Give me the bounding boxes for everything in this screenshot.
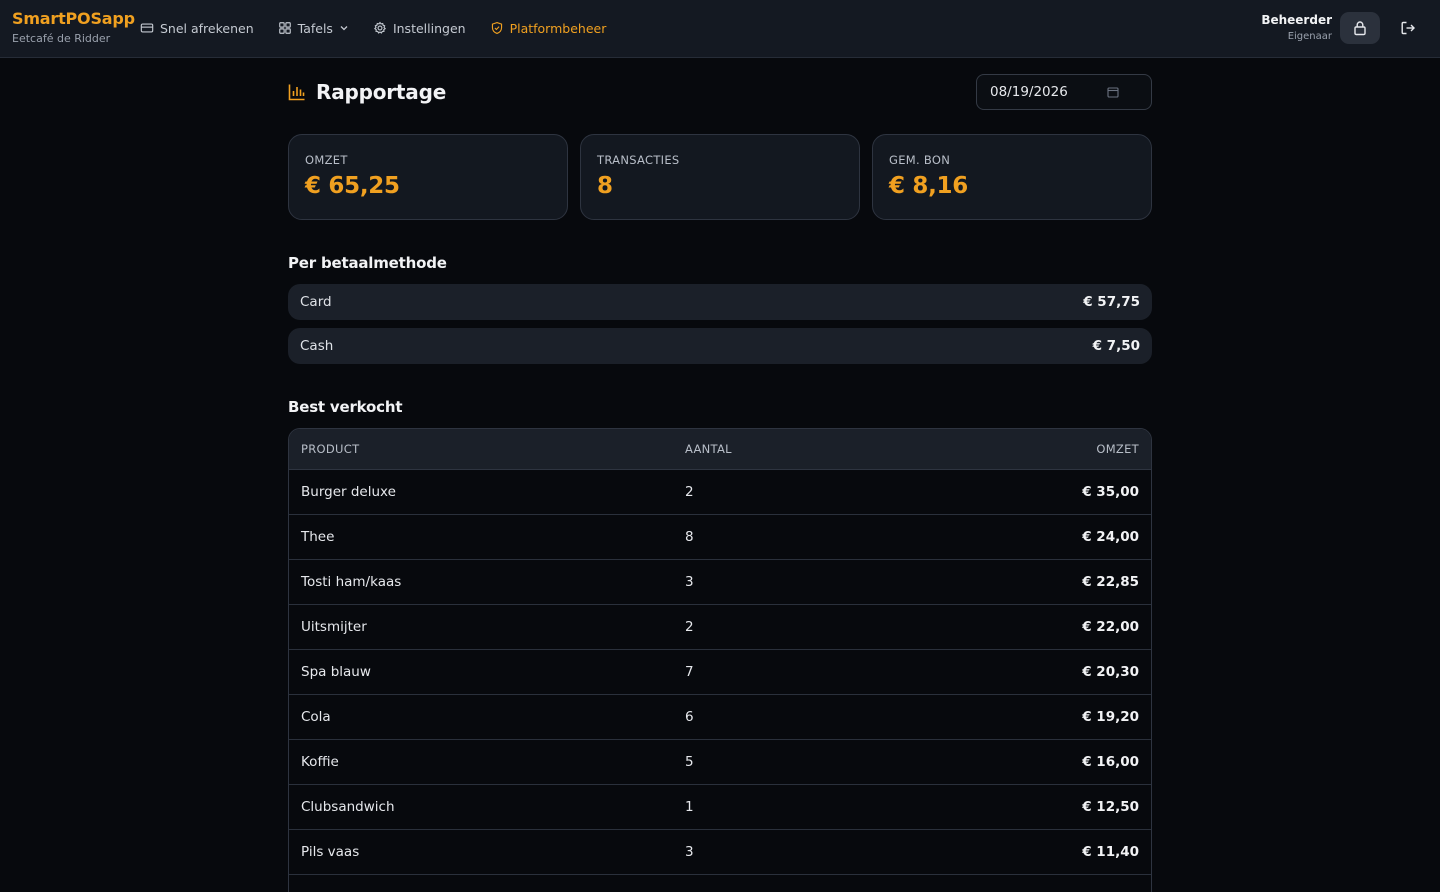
nav-settings[interactable]: Instellingen <box>373 21 466 36</box>
nav-tables-label: Tafels <box>297 20 333 36</box>
cell-revenue: € 24,00 <box>1082 529 1139 545</box>
stat-label: GEM. BON <box>889 153 951 167</box>
cell-quantity: 6 <box>685 709 694 725</box>
cell-revenue: € 35,00 <box>1082 484 1139 500</box>
stat-card-transactions: TRANSACTIES 8 <box>580 134 860 220</box>
cell-product: Burger deluxe <box>301 484 396 500</box>
cell-quantity: 2 <box>685 484 694 500</box>
user-name: Beheerder <box>1261 13 1332 27</box>
nav-tables[interactable]: Tafels <box>278 21 349 36</box>
stat-value: 8 <box>597 173 613 199</box>
cell-quantity: 1 <box>685 799 694 815</box>
lock-icon <box>1354 21 1366 36</box>
cell-quantity: 3 <box>685 844 694 860</box>
brand-name: SmartPOSapp <box>12 9 135 28</box>
cell-product: Pils vaas <box>301 844 360 860</box>
payment-method-name: Card <box>300 294 332 310</box>
chevron-down-icon <box>340 26 348 31</box>
section-title-best-sellers: Best verkocht <box>288 398 403 416</box>
column-header-revenue: OMZET <box>1096 442 1139 456</box>
main-nav: Snel afrekenen Tafels Instellingen Platf… <box>140 17 630 39</box>
cell-product: Spa blauw <box>301 664 371 680</box>
cell-product: Koffie <box>301 754 339 770</box>
date-picker-input[interactable]: 08/19/2026 <box>976 74 1152 110</box>
cell-revenue: € 20,30 <box>1082 664 1139 680</box>
stat-card-average-receipt: GEM. BON € 8,16 <box>872 134 1152 220</box>
table-row: Thee 8 € 24,00 <box>289 515 1151 560</box>
cell-quantity: 5 <box>685 754 694 770</box>
column-header-product: PRODUCT <box>301 442 360 456</box>
page-title: Rapportage <box>316 80 447 104</box>
table-row: Burger deluxe 2 € 35,00 <box>289 470 1151 515</box>
table-row: Cola 6 € 19,20 <box>289 695 1151 740</box>
cell-product: Thee <box>301 529 335 545</box>
payment-method-row: Card € 57,75 <box>288 284 1152 320</box>
best-sellers-table: PRODUCT AANTAL OMZET Burger deluxe 2 € 35,… <box>288 428 1152 892</box>
cell-quantity: 3 <box>685 574 694 590</box>
column-header-quantity: AANTAL <box>685 442 732 456</box>
table-header: PRODUCT AANTAL OMZET <box>289 429 1151 470</box>
table-body: Burger deluxe 2 € 35,00 Thee 8 € 24,00 Tosti h… <box>289 470 1151 875</box>
stat-value: € 8,16 <box>889 173 968 199</box>
lock-button[interactable] <box>1340 12 1380 44</box>
stat-value: € 65,25 <box>305 173 400 199</box>
cell-revenue: € 16,00 <box>1082 754 1139 770</box>
cell-quantity: 8 <box>685 529 694 545</box>
stat-card-revenue: OMZET € 65,25 <box>288 134 568 220</box>
user-role: Eigenaar <box>1287 31 1332 42</box>
nav-quick-checkout[interactable]: Snel afrekenen <box>140 21 254 36</box>
cell-product: Clubsandwich <box>301 799 395 815</box>
top-navigation-bar: SmartPOSapp Eetcafé de Ridder Snel afrek… <box>0 0 1440 58</box>
card-icon <box>140 23 154 33</box>
section-title-payment-methods: Per betaalmethode <box>288 254 447 272</box>
logout-icon <box>1401 21 1415 35</box>
shield-icon <box>491 21 502 35</box>
nav-platform-management[interactable]: Platformbeheer <box>490 20 607 36</box>
stat-label: TRANSACTIES <box>597 153 680 167</box>
payment-method-name: Cash <box>300 338 334 354</box>
cell-revenue: € 12,50 <box>1082 799 1139 815</box>
cell-revenue: € 11,40 <box>1082 844 1139 860</box>
table-row: Uitsmijter 2 € 22,00 <box>289 605 1151 650</box>
stat-label: OMZET <box>305 153 348 167</box>
page-header: Rapportage <box>288 80 446 104</box>
payment-method-amount: € 7,50 <box>1092 338 1140 354</box>
table-row: Koffie 5 € 16,00 <box>289 740 1151 785</box>
date-value: 08/19/2026 <box>990 84 1068 100</box>
bar-chart-icon <box>288 84 305 101</box>
calendar-icon[interactable] <box>1107 86 1119 98</box>
brand[interactable]: SmartPOSapp Eetcafé de Ridder <box>12 9 135 46</box>
cell-revenue: € 22,00 <box>1082 619 1139 635</box>
nav-platform-management-label: Platformbeheer <box>509 20 607 36</box>
nav-settings-label: Instellingen <box>392 20 466 36</box>
gear-icon <box>373 21 386 34</box>
payment-method-row: Cash € 7,50 <box>288 328 1152 364</box>
cell-revenue: € 19,20 <box>1082 709 1139 725</box>
cell-quantity: 7 <box>685 664 694 680</box>
table-row: Clubsandwich 1 € 12,50 <box>289 785 1151 830</box>
logout-button[interactable] <box>1396 16 1420 40</box>
user-info: Beheerder Eigenaar <box>1261 13 1332 43</box>
cell-product: Tosti ham/kaas <box>301 574 402 590</box>
nav-quick-checkout-label: Snel afrekenen <box>160 20 254 36</box>
cell-revenue: € 22,85 <box>1082 574 1139 590</box>
cell-product: Cola <box>301 709 331 725</box>
table-row: Tosti ham/kaas 3 € 22,85 <box>289 560 1151 605</box>
table-row: Pils vaas 3 € 11,40 <box>289 830 1151 875</box>
grid-icon <box>278 22 291 34</box>
cell-product: Uitsmijter <box>301 619 367 635</box>
venue-name: Eetcafé de Ridder <box>12 32 111 45</box>
cell-quantity: 2 <box>685 619 694 635</box>
payment-method-amount: € 57,75 <box>1083 294 1140 310</box>
table-row: Spa blauw 7 € 20,30 <box>289 650 1151 695</box>
